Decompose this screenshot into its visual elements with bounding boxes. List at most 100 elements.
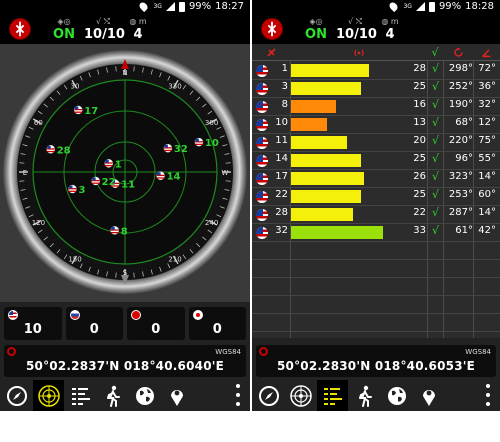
walk-icon[interactable] xyxy=(97,380,128,411)
walk-icon[interactable] xyxy=(349,380,380,411)
radar-satellite-label: 28 xyxy=(57,145,71,156)
table-row[interactable]: 10 13 √ 68° 12° xyxy=(252,116,500,133)
more-menu-icon[interactable] xyxy=(486,384,490,406)
table-row[interactable]: 3 25 √ 252° 36° xyxy=(252,80,500,97)
bottom-nav xyxy=(0,380,250,411)
clock: 18:27 xyxy=(215,1,244,12)
status-bar: 3G 99% 18:28 xyxy=(252,0,500,15)
dial-label: 120 xyxy=(32,219,45,227)
signal-bar xyxy=(291,82,361,95)
elevation-icon[interactable] xyxy=(473,44,500,61)
battery-level: 99% xyxy=(188,1,212,12)
target-icon xyxy=(7,347,16,356)
coordinates: 50°02.2837'N 018°40.6040'E xyxy=(25,359,225,373)
radar-screen: 3G 99% 18:27 ◈◎ ON √ ⤭ 10/10 ◍ m 4 N 330… xyxy=(0,0,250,442)
azimuth-value: 96° xyxy=(455,153,473,164)
signal-bar xyxy=(291,64,369,77)
satellite-prn: 17 xyxy=(275,171,288,182)
table-row[interactable]: 22 25 √ 253° 60° xyxy=(252,188,500,205)
sky-radar[interactable]: N 330 300 W 240 210 S 150 120 E 60 30 1 3 8 10 11 14 17 22… xyxy=(0,44,250,302)
elevation-value: 42° xyxy=(478,225,496,236)
globe-icon[interactable] xyxy=(129,380,160,411)
used-in-fix: √ xyxy=(431,152,439,165)
table-row[interactable]: 11 20 √ 220° 75° xyxy=(252,134,500,151)
satellite-prn: 14 xyxy=(275,153,288,164)
fix-status: ON xyxy=(53,27,75,42)
signal-value: 25 xyxy=(413,81,426,92)
compass-icon[interactable] xyxy=(253,380,284,411)
satellite-icon[interactable] xyxy=(252,44,290,61)
dial-label: 150 xyxy=(68,256,81,264)
compass-icon[interactable] xyxy=(1,380,32,411)
location-box[interactable]: WGS84 50°02.2837'N 018°40.6040'E xyxy=(4,345,246,377)
azimuth-value: 190° xyxy=(448,99,473,110)
target-icon xyxy=(259,347,268,356)
flag-us-icon xyxy=(256,173,268,185)
network-type: 3G xyxy=(403,3,412,10)
location-icon xyxy=(388,0,400,13)
flag-us-icon xyxy=(256,83,268,95)
satellite-table-screen: 3G 99% 18:28 ◈◎ ON √ ⤭ 10/10 ◍ m 4 √ 1 2… xyxy=(252,0,500,442)
dial-label: 240 xyxy=(205,219,218,227)
signal-icon[interactable] xyxy=(290,44,427,61)
constellation-card[interactable]: 0 xyxy=(188,307,246,340)
constellation-card[interactable]: 0 xyxy=(127,307,185,340)
constellation-count: 0 xyxy=(89,322,99,337)
signal-value: 33 xyxy=(413,225,426,236)
used-in-fix: √ xyxy=(431,62,439,75)
signal-icon xyxy=(165,2,175,11)
signal-bar xyxy=(291,136,347,149)
app-logo[interactable] xyxy=(261,18,283,40)
table-row[interactable]: 14 25 √ 96° 55° xyxy=(252,152,500,169)
used-in-fix: √ xyxy=(431,134,439,147)
table-row[interactable]: 8 16 √ 190° 32° xyxy=(252,98,500,115)
radar-icon[interactable] xyxy=(33,380,64,411)
radar-satellite-label: 14 xyxy=(167,172,181,183)
dial-label: N xyxy=(122,69,127,77)
radar-satellite-label: 17 xyxy=(84,106,98,117)
table-row[interactable]: 17 26 √ 323° 14° xyxy=(252,170,500,187)
constellation-card[interactable]: 10 xyxy=(4,307,62,340)
satellite-prn: 10 xyxy=(275,117,288,128)
dial-label: 60 xyxy=(34,119,43,127)
radar-satellite-label: 32 xyxy=(174,144,188,155)
radar-icon[interactable] xyxy=(285,380,316,411)
azimuth-value: 253° xyxy=(448,189,473,200)
battery-level: 99% xyxy=(438,1,462,12)
satellite-table: √ 1 28 √ 298° 72° 3 25 √ 252° 36° 8 16 √ 190° 32° 10 13 √… xyxy=(252,44,500,338)
dial-label: 30 xyxy=(71,82,80,90)
constellation-count: 0 xyxy=(212,322,222,337)
flag-us-icon xyxy=(8,310,18,320)
signal-value: 26 xyxy=(413,171,426,182)
pin-icon[interactable] xyxy=(161,380,192,411)
location-box[interactable]: WGS84 50°02.2830'N 018°40.6053'E xyxy=(256,345,496,377)
bars-icon[interactable] xyxy=(317,380,348,411)
flag-cn-icon xyxy=(131,310,141,320)
globe-icon[interactable] xyxy=(381,380,412,411)
flag-us-icon xyxy=(256,65,268,77)
dial-label: E xyxy=(23,169,27,177)
satellite-count: 4 xyxy=(385,27,395,42)
table-row[interactable]: 1 28 √ 298° 72° xyxy=(252,62,500,79)
more-menu-icon[interactable] xyxy=(236,384,240,406)
satellite-prn: 32 xyxy=(275,225,288,236)
elevation-value: 14° xyxy=(478,171,496,182)
constellation-count: 0 xyxy=(151,322,161,337)
check-icon[interactable]: √ xyxy=(427,44,443,61)
flag-us-icon xyxy=(256,227,268,239)
table-row[interactable]: 32 33 √ 61° 42° xyxy=(252,224,500,241)
azimuth-icon[interactable] xyxy=(443,44,473,61)
app-logo[interactable] xyxy=(9,18,31,40)
battery-icon xyxy=(428,1,435,12)
azimuth-value: 68° xyxy=(455,117,473,128)
system-nav-area xyxy=(0,411,250,442)
constellation-card[interactable]: 0 xyxy=(65,307,123,340)
radar-satellite-label: 11 xyxy=(121,180,135,191)
signal-value: 28 xyxy=(413,63,426,74)
bars-icon[interactable] xyxy=(65,380,96,411)
signal-bar xyxy=(291,100,336,113)
signal-bar xyxy=(291,208,353,221)
table-row[interactable]: 28 22 √ 287° 14° xyxy=(252,206,500,223)
fix-status: ON xyxy=(305,27,327,42)
pin-icon[interactable] xyxy=(413,380,444,411)
